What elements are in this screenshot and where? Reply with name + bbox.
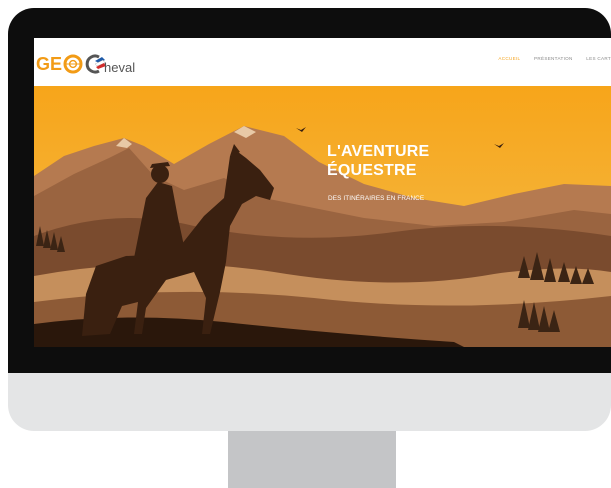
- site-header: GE heval ACCUEIL PRÉSENTATION LES CART: [34, 38, 611, 86]
- logo-text-cheval: heval: [104, 60, 135, 75]
- nav-item-cartes[interactable]: LES CART: [586, 56, 611, 61]
- hero-landscape-illustration: [34, 86, 611, 347]
- nav-item-presentation[interactable]: PRÉSENTATION: [534, 56, 573, 61]
- hero-banner: L'AVENTURE ÉQUESTRE DES ITINÉRAIRES EN F…: [34, 86, 611, 347]
- main-nav: ACCUEIL PRÉSENTATION LES CART: [486, 56, 611, 61]
- nav-item-accueil[interactable]: ACCUEIL: [498, 56, 520, 61]
- monitor-chin: [8, 373, 611, 431]
- geocheval-logo[interactable]: GE heval: [36, 50, 156, 78]
- hero-title-line2: ÉQUESTRE: [327, 162, 417, 179]
- website-screen: GE heval ACCUEIL PRÉSENTATION LES CART L…: [34, 38, 611, 347]
- monitor-stand: [228, 431, 396, 488]
- hero-title: L'AVENTURE ÉQUESTRE: [327, 142, 429, 180]
- hero-title-line1: L'AVENTURE: [327, 143, 430, 160]
- logo-text-ge: GE: [36, 54, 62, 74]
- hero-subtitle: DES ITINÉRAIRES EN FRANCE: [328, 195, 425, 202]
